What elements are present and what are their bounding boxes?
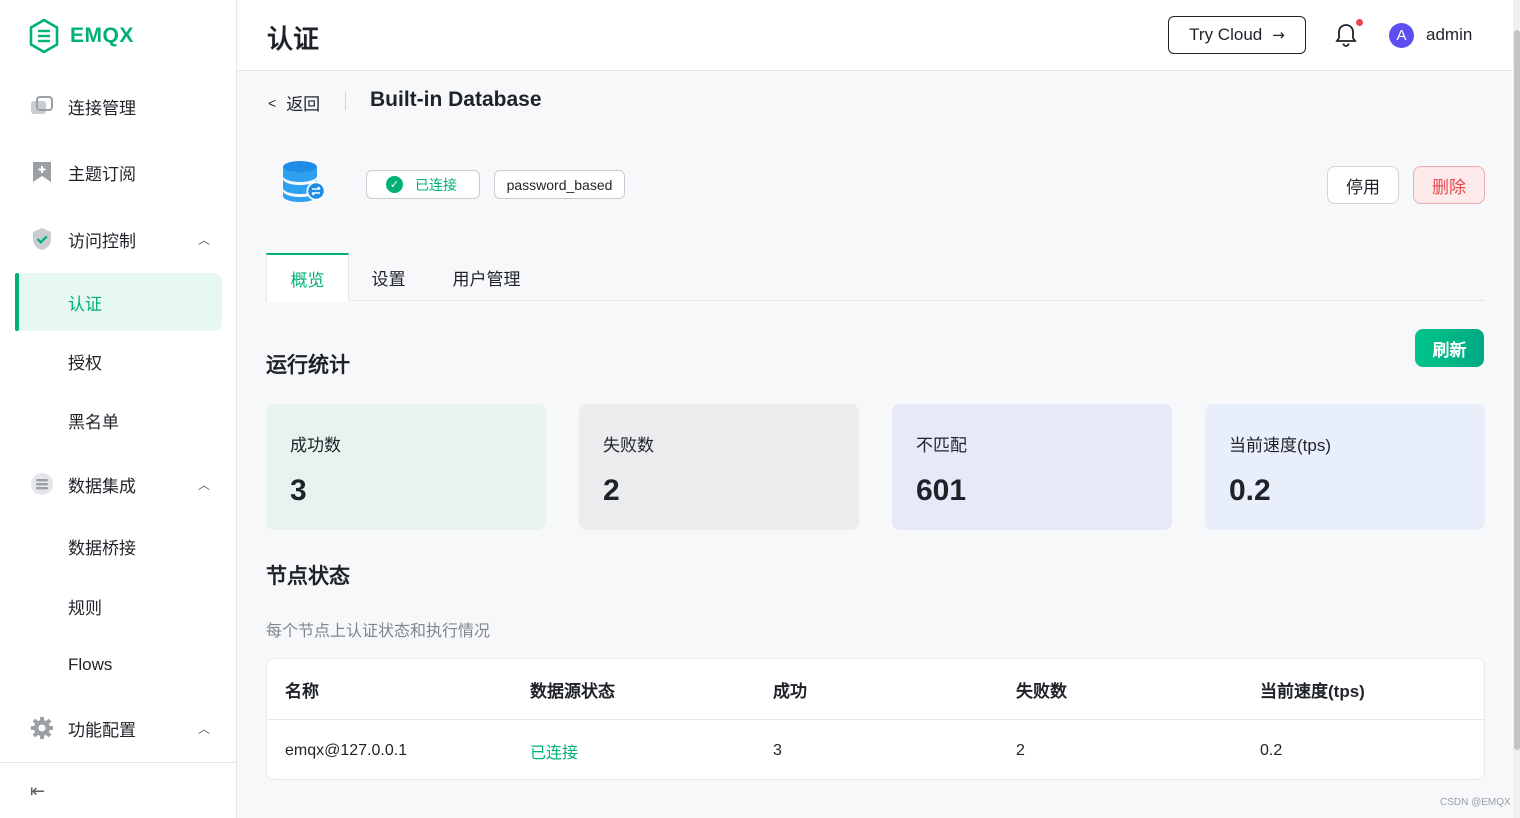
sidebar-item-access-control[interactable]: 访问控制 ︿ [0,219,237,259]
shield-icon [30,227,54,251]
stat-value: 0.2 [1229,474,1271,507]
sidebar-item-authorization[interactable]: 授权 [15,332,222,390]
gear-icon [30,716,54,740]
sidebar-item-label: 规则 [68,598,102,618]
bookmark-icon [30,160,54,184]
tab-settings[interactable]: 设置 [356,253,421,301]
cell-failed: 2 [1016,741,1025,759]
sidebar-item-subscriptions[interactable]: 主题订阅 [0,152,237,192]
bell-icon[interactable] [1333,22,1359,48]
column-header: 失败数 [1016,682,1067,701]
scrollbar-thumb[interactable] [1514,30,1520,750]
stats-title: 运行统计 [266,354,350,377]
stat-label: 不匹配 [916,436,967,455]
status-badge: ✓ 已连接 [366,170,480,199]
disable-button[interactable]: 停用 [1327,166,1399,204]
sidebar: EMQX 连接管理 主题订阅 访问控制 ︿ 认证 授权 黑名单 数据集成 ︿ 数 [0,0,237,818]
sidebar-item-label: 认证 [68,294,102,314]
database-stack-icon [30,472,54,496]
chevron-left-icon: < [268,94,277,111]
cell-rate: 0.2 [1260,741,1283,759]
arrow-right-icon: → [1272,26,1285,44]
database-icon [283,161,326,202]
sidebar-item-label: 访问控制 [68,231,136,251]
notification-dot [1356,19,1363,26]
stat-label: 失败数 [603,436,654,455]
table-header: 名称 数据源状态 成功 失败数 当前速度(tps) [267,659,1484,720]
page-title: 认证 [267,24,320,54]
sidebar-item-label: 数据桥接 [68,538,136,558]
avatar[interactable]: A [1389,23,1414,48]
table-row: emqx@127.0.0.1 已连接 3 2 0.2 [267,720,1484,781]
watermark: CSDN @EMQX [1440,797,1511,808]
brand-name: EMQX [70,24,134,47]
stat-card-rate: 当前速度(tps) 0.2 [1205,404,1485,530]
sidebar-item-label: 连接管理 [68,98,136,118]
sidebar-item-label: 主题订阅 [68,164,136,184]
divider [345,92,346,110]
connections-icon [30,94,54,118]
tab-user-management[interactable]: 用户管理 [444,253,529,301]
try-cloud-button[interactable]: Try Cloud → [1168,16,1306,54]
stat-value: 601 [916,474,967,507]
stat-card-nomatch: 不匹配 601 [892,404,1172,530]
chevron-up-icon: ︿ [198,477,211,492]
cell-source-status: 已连接 [530,744,579,762]
status-label: 已连接 [415,176,457,193]
nodes-title: 节点状态 [266,565,350,588]
sidebar-item-blacklist[interactable]: 黑名单 [15,391,222,449]
stat-card-failed: 失败数 2 [579,404,859,530]
column-header: 当前速度(tps) [1260,682,1365,701]
sidebar-item-label: Flows [68,655,113,674]
column-header: 数据源状态 [530,682,615,701]
tab-overview[interactable]: 概览 [266,253,349,302]
mechanism-badge: password_based [494,170,625,199]
delete-button[interactable]: 删除 [1413,166,1485,204]
username[interactable]: admin [1426,25,1472,45]
tab-bar: 概览 设置 用户管理 [266,253,1485,302]
top-header: 认证 Try Cloud → A admin [237,0,1513,71]
sidebar-item-label: 功能配置 [68,720,136,740]
check-circle-icon: ✓ [386,176,403,193]
stat-value: 3 [290,474,307,507]
sidebar-item-label: 数据集成 [68,476,136,496]
sidebar-item-flows[interactable]: Flows [15,636,222,694]
stat-label: 当前速度(tps) [1229,436,1331,455]
refresh-button[interactable]: 刷新 [1415,329,1484,367]
collapse-sidebar-icon[interactable]: ⇤ [30,781,45,802]
cell-success: 3 [773,741,782,759]
sidebar-item-data-integration[interactable]: 数据集成 ︿ [0,464,237,504]
cell-node-name: emqx@127.0.0.1 [285,741,408,759]
authenticator-title: Built-in Database [370,88,542,111]
nodes-description: 每个节点上认证状态和执行情况 [266,623,491,640]
chevron-up-icon: ︿ [198,721,211,736]
column-header: 成功 [773,682,807,701]
sidebar-item-data-bridge[interactable]: 数据桥接 [15,517,222,575]
back-label: 返回 [286,95,321,114]
stat-label: 成功数 [290,436,341,455]
back-button[interactable]: < 返回 [268,90,320,115]
sidebar-item-configuration[interactable]: 功能配置 ︿ [0,708,237,748]
sidebar-item-label: 授权 [68,353,102,373]
sidebar-item-connections[interactable]: 连接管理 [0,86,237,126]
try-cloud-label: Try Cloud [1189,25,1263,44]
sidebar-item-label: 黑名单 [68,412,119,432]
sidebar-item-rules[interactable]: 规则 [15,577,222,635]
stat-value: 2 [603,474,620,507]
chevron-up-icon: ︿ [198,232,211,247]
sidebar-footer: ⇤ [0,762,237,818]
sidebar-item-authentication[interactable]: 认证 [15,273,222,331]
scrollbar[interactable] [1513,0,1520,818]
stat-card-success: 成功数 3 [266,404,546,530]
column-header: 名称 [285,682,319,701]
emqx-logo-icon [29,18,59,54]
emqx-logo[interactable]: EMQX [28,18,134,54]
nodes-table: 名称 数据源状态 成功 失败数 当前速度(tps) emqx@127.0.0.1… [266,658,1485,780]
